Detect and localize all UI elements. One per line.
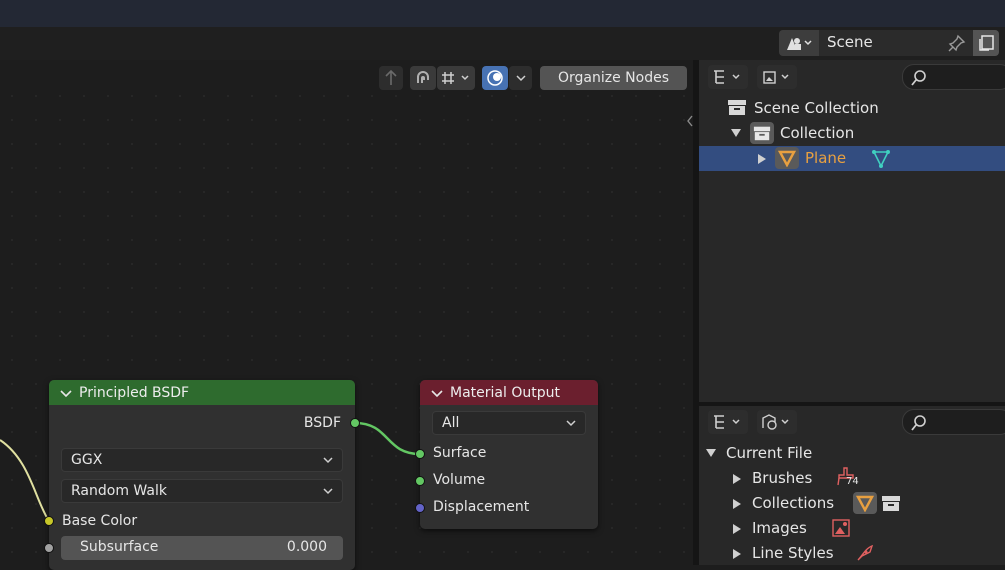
scene-icon (787, 38, 812, 50)
filter-dropdown[interactable] (757, 65, 797, 89)
disclosure-triangle-icon[interactable] (731, 128, 741, 138)
bsdf-output-label: BSDF (303, 415, 341, 431)
surface-input-socket[interactable] (415, 449, 425, 459)
duplicate-icon (979, 35, 994, 51)
base-color-link (0, 439, 50, 522)
subsurface-label: Subsurface (80, 539, 159, 555)
collections-label: Collections (752, 494, 835, 512)
tree-row-brushes[interactable]: Brushes 74 (699, 466, 1005, 491)
new-scene-button[interactable] (973, 30, 999, 56)
base-color-label: Base Color (62, 513, 138, 529)
volume-input-socket[interactable] (415, 476, 425, 486)
chevron-down-icon (323, 488, 333, 495)
outliner-row-plane[interactable]: Plane (699, 146, 1005, 171)
chevron-down-icon (323, 457, 333, 464)
bsdf-surface-link (354, 421, 421, 456)
disclosure-triangle-icon[interactable] (733, 524, 741, 534)
disclosure-triangle-icon[interactable] (706, 448, 716, 458)
base-color-socket[interactable] (44, 516, 54, 526)
object-icon-bg (853, 492, 877, 514)
chevron-down-icon (566, 420, 576, 427)
line-style-icon (857, 544, 874, 561)
pin-icon[interactable] (947, 33, 967, 53)
data-type-dropdown[interactable] (757, 410, 797, 434)
principled-bsdf-header[interactable]: Principled BSDF (49, 380, 355, 405)
collection-label: Collection (780, 124, 855, 142)
mesh-object-icon (778, 150, 796, 167)
disclosure-triangle-icon[interactable] (733, 499, 741, 509)
distribution-dropdown[interactable]: GGX (61, 448, 343, 472)
blend-file-icon (762, 414, 789, 430)
outliner-search-input[interactable] (902, 64, 1005, 90)
display-mode-dropdown-2[interactable] (708, 410, 748, 434)
outliner-row-scene-collection[interactable]: Scene Collection (699, 96, 1005, 121)
blend-file-search-input[interactable] (902, 409, 1005, 435)
outliner-tree-icon (714, 415, 740, 429)
displacement-input-socket[interactable] (415, 503, 425, 513)
bsdf-output-socket[interactable] (350, 418, 360, 428)
principled-bsdf-title: Principled BSDF (79, 384, 190, 401)
surface-input-label: Surface (433, 445, 487, 461)
object-icon-bg (775, 147, 799, 169)
output-target-dropdown[interactable]: All (432, 411, 586, 435)
tree-row-images[interactable]: Images (699, 516, 1005, 541)
mesh-data-icon[interactable] (870, 148, 892, 170)
mesh-object-icon (856, 495, 874, 512)
volume-input-label: Volume (433, 472, 486, 488)
search-icon (911, 415, 926, 431)
brushes-label: Brushes (752, 469, 813, 487)
image-icon (832, 519, 850, 537)
material-output-title: Material Output (450, 384, 560, 401)
subsurface-value: 0.000 (286, 539, 327, 555)
displacement-input-label: Displacement (433, 499, 530, 515)
line-styles-label: Line Styles (752, 544, 834, 562)
principled-bsdf-node[interactable]: Principled BSDF BSDF GGX Random Walk Bas… (49, 380, 355, 570)
outliner-row-collection[interactable]: Collection (699, 121, 1005, 146)
subsurface-method-value: Random Walk (71, 483, 167, 499)
material-output-header[interactable]: Material Output (420, 380, 598, 405)
current-file-label: Current File (726, 444, 813, 462)
disclosure-triangle-icon[interactable] (758, 154, 766, 164)
collection-box-icon (882, 496, 900, 511)
images-label: Images (752, 519, 807, 537)
plane-label: Plane (805, 149, 847, 167)
search-icon (911, 70, 926, 86)
subsurface-slider[interactable]: Subsurface 0.000 (61, 536, 343, 560)
tree-row-line-styles[interactable]: Line Styles (699, 541, 1005, 566)
scene-collection-label: Scene Collection (754, 99, 879, 117)
disclosure-triangle-icon[interactable] (733, 474, 741, 484)
brush-count: 74 (846, 476, 859, 487)
scene-selector[interactable]: Scene (779, 30, 999, 56)
tree-row-collections[interactable]: Collections (699, 491, 1005, 516)
collection-box-icon (753, 126, 771, 141)
collapse-chevron-icon[interactable] (59, 386, 73, 400)
collection-box-icon (728, 100, 746, 115)
outliner-tree-icon (714, 70, 740, 84)
disclosure-triangle-icon[interactable] (733, 549, 741, 559)
scene-name[interactable]: Scene (827, 33, 873, 51)
distribution-value: GGX (71, 452, 103, 468)
tree-row-current-file[interactable]: Current File (699, 441, 1005, 466)
display-mode-dropdown[interactable] (708, 65, 748, 89)
collapse-chevron-icon[interactable] (430, 386, 444, 400)
collection-icon-bg (750, 122, 774, 144)
filter-icon (763, 71, 789, 84)
subsurface-socket[interactable] (44, 543, 54, 553)
material-output-node[interactable]: Material Output All Surface Volume Displ… (420, 380, 598, 529)
scene-browse-button[interactable] (779, 30, 819, 56)
subsurface-method-dropdown[interactable]: Random Walk (61, 479, 343, 503)
output-target-value: All (442, 415, 460, 431)
